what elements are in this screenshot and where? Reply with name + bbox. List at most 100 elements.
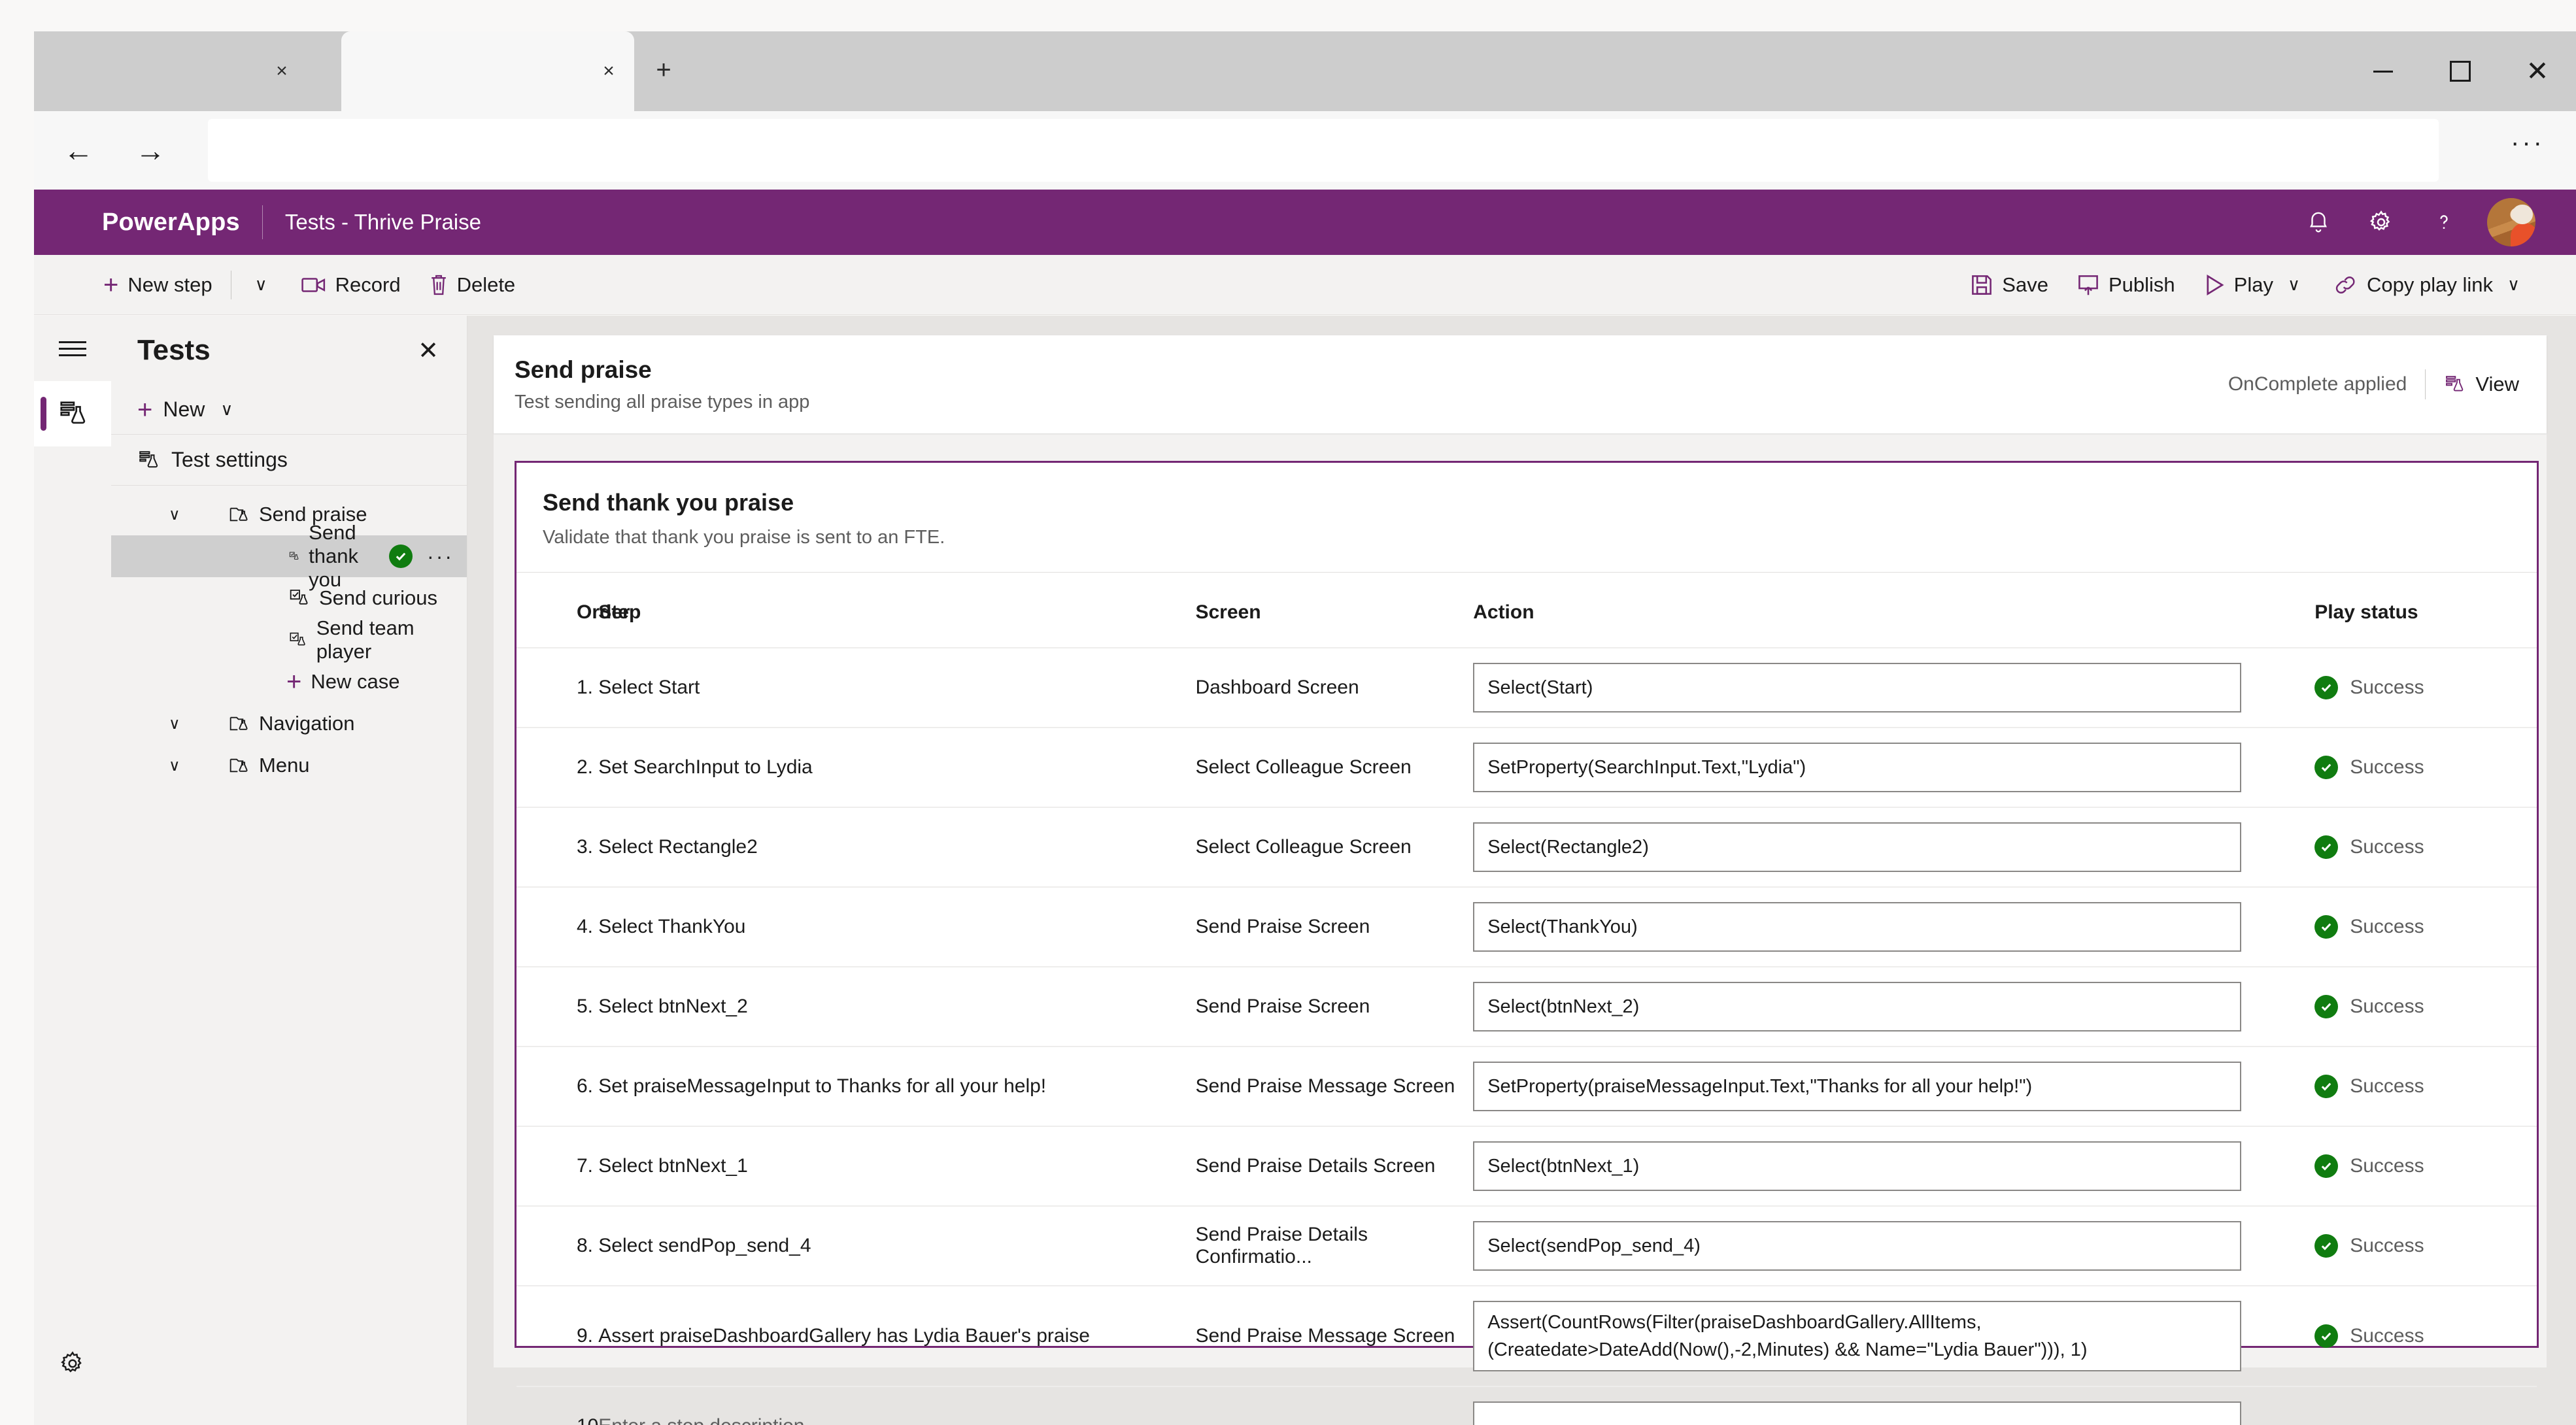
help-icon[interactable] — [2413, 191, 2475, 254]
hamburger-menu-button[interactable] — [34, 316, 111, 381]
close-icon[interactable]: ✕ — [411, 333, 446, 368]
cell-step[interactable]: Select ThankYou — [598, 887, 1196, 967]
sidebar-item-send-praise[interactable]: ∨ Send praise — [111, 494, 467, 535]
play-button[interactable]: Play ∨ — [2190, 255, 2320, 315]
action-input[interactable]: Select(Start) — [1473, 663, 2242, 712]
cell-screen: Select Colleague Screen — [1195, 807, 1474, 888]
cell-step[interactable]: Select Rectangle2 — [598, 807, 1196, 888]
new-tab-icon[interactable]: + — [643, 51, 684, 92]
action-input[interactable]: SetProperty(SearchInput.Text,"Lydia") — [1473, 743, 2242, 792]
record-button[interactable]: Record — [287, 255, 415, 315]
cell-order: 5. — [517, 967, 599, 1047]
cell-order: 6. — [517, 1047, 599, 1127]
test-case-icon — [289, 552, 299, 560]
view-button[interactable]: View — [2444, 373, 2519, 396]
overflow-menu-icon[interactable]: ··· — [427, 545, 454, 569]
sidebar-item-navigation[interactable]: ∨ Navigation — [111, 703, 467, 745]
sidebar-item-new-case[interactable]: + New case — [111, 661, 467, 703]
cell-step[interactable]: Enter a step description — [598, 1386, 1196, 1425]
forward-icon[interactable]: → — [123, 123, 178, 178]
cell-order: 7. — [517, 1126, 599, 1207]
plus-icon: + — [103, 270, 119, 299]
close-icon[interactable]: × — [267, 56, 297, 86]
sidebar-item-send-thank-you[interactable]: Send thank you ··· — [111, 521, 467, 591]
page-title: Send praise — [515, 356, 652, 383]
action-input[interactable]: SetProperty(praiseMessageInput.Text,"Tha… — [1473, 1062, 2242, 1111]
back-icon[interactable]: ← — [51, 123, 106, 178]
rail-item-settings[interactable] — [34, 1331, 111, 1396]
cell-step[interactable]: Select btnNext_2 — [598, 967, 1196, 1047]
cell-screen: Send Praise Message Screen — [1195, 1047, 1474, 1127]
table-row[interactable]: 8. Select sendPop_send_4 Send Praise Detai… — [517, 1206, 2537, 1286]
table-row[interactable]: 2. Set SearchInput to Lydia Select Colleag… — [517, 728, 2537, 808]
rail-bottom — [34, 1331, 111, 1396]
action-input[interactable]: Select(Rectangle2) — [1473, 822, 2242, 872]
delete-button[interactable]: Delete — [415, 255, 530, 315]
close-window-icon[interactable]: ✕ — [2499, 31, 2576, 111]
cell-action: SetProperty(SearchInput.Text,"Lydia") — [1473, 728, 2315, 808]
address-input[interactable] — [208, 119, 2439, 182]
action-input[interactable]: Assert(CountRows(Filter(praiseDashboardG… — [1473, 1301, 2242, 1372]
status-badge: Success — [2314, 1154, 2537, 1178]
avatar[interactable] — [2487, 198, 2535, 246]
browser-tab-1[interactable]: × — [34, 31, 309, 111]
new-step-button[interactable]: + New step — [89, 255, 227, 315]
notification-bell-icon[interactable] — [2287, 191, 2350, 254]
sidebar-item-label: Send team player — [316, 616, 415, 663]
view-label: View — [2475, 373, 2519, 395]
gear-icon — [61, 1351, 82, 1373]
browser-tab-2[interactable]: × — [341, 31, 634, 111]
action-input[interactable]: Select(btnNext_2) — [1473, 982, 2242, 1031]
action-input[interactable]: Select(ThankYou) — [1473, 902, 2242, 952]
action-input[interactable]: Select(btnNext_1) — [1473, 1141, 2242, 1191]
gear-icon[interactable] — [2350, 191, 2413, 254]
status-label: Success — [2350, 1075, 2424, 1097]
table-row[interactable]: 3. Select Rectangle2 Select Colleague Scre… — [517, 807, 2537, 888]
table-row[interactable]: 10.Enter a step description-- — [517, 1386, 2537, 1425]
cell-step[interactable]: Set praiseMessageInput to Thanks for all… — [598, 1047, 1196, 1127]
new-test-button[interactable]: + New ∨ — [111, 385, 467, 435]
cell-order: 2. — [517, 728, 599, 808]
table-row[interactable]: 5. Select btnNext_2 Send Praise Screen Sele… — [517, 967, 2537, 1047]
cell-step[interactable]: Select Start — [598, 648, 1196, 728]
cell-step[interactable]: Assert praiseDashboardGallery has Lydia … — [598, 1286, 1196, 1388]
cell-step[interactable]: Select sendPop_send_4 — [598, 1206, 1196, 1286]
sidebar-item-send-team-player[interactable]: Send team player — [111, 616, 467, 663]
cell-step[interactable]: Select btnNext_1 — [598, 1126, 1196, 1207]
action-input[interactable] — [1473, 1401, 2242, 1425]
rail-item-tests[interactable] — [34, 381, 111, 446]
maximize-icon[interactable] — [2422, 31, 2499, 111]
publish-button[interactable]: Publish — [2063, 255, 2190, 315]
publish-label: Publish — [2108, 273, 2175, 296]
suite-header-text: Send praise Test sending all praise type… — [494, 356, 809, 413]
test-settings-item[interactable]: Test settings — [111, 435, 467, 486]
cell-step[interactable]: Set SearchInput to Lydia — [598, 728, 1196, 808]
powerapps-logo[interactable]: PowerApps — [102, 209, 240, 237]
table-row[interactable]: 4. Select ThankYou Send Praise Screen Selec… — [517, 887, 2537, 967]
suite-header-actions: OnComplete applied View — [2228, 369, 2547, 399]
new-step-dropdown[interactable]: ∨ — [235, 255, 287, 315]
close-icon[interactable]: × — [594, 56, 624, 86]
cell-play-status: - — [2314, 1386, 2537, 1425]
header-actions — [2287, 191, 2576, 254]
success-check-icon — [2314, 915, 2339, 939]
link-icon — [2335, 276, 2355, 293]
record-label: Record — [335, 273, 401, 296]
play-label: Play — [2233, 273, 2273, 296]
sidebar-item-menu[interactable]: ∨ Menu — [111, 745, 467, 786]
sidebar-item-send-curious[interactable]: Send curious — [111, 577, 467, 619]
table-row[interactable]: 6. Set praiseMessageInput to Thanks for a… — [517, 1047, 2537, 1127]
cell-screen: Send Praise Details Screen — [1195, 1126, 1474, 1207]
action-input[interactable]: Select(sendPop_send_4) — [1473, 1221, 2242, 1271]
table-row[interactable]: 9. Assert praiseDashboardGallery has Lydi… — [517, 1286, 2537, 1388]
sidebar-item-label: Navigation — [259, 712, 355, 735]
steps-table-body: 1. Select Start Dashboard Screen Select(Sta… — [517, 648, 2537, 1425]
browser-more-icon[interactable]: ··· — [2511, 128, 2545, 158]
table-row[interactable]: 7. Select btnNext_1 Send Praise Details Sc… — [517, 1126, 2537, 1207]
save-button[interactable]: Save — [1956, 255, 2063, 315]
minimize-icon[interactable] — [2345, 31, 2422, 111]
table-row[interactable]: 1. Select Start Dashboard Screen Select(Sta… — [517, 648, 2537, 728]
cell-order: 4. — [517, 887, 599, 967]
copy-play-link-button[interactable]: Copy play link ∨ — [2320, 255, 2539, 315]
status-badge: Success — [2314, 1324, 2537, 1349]
